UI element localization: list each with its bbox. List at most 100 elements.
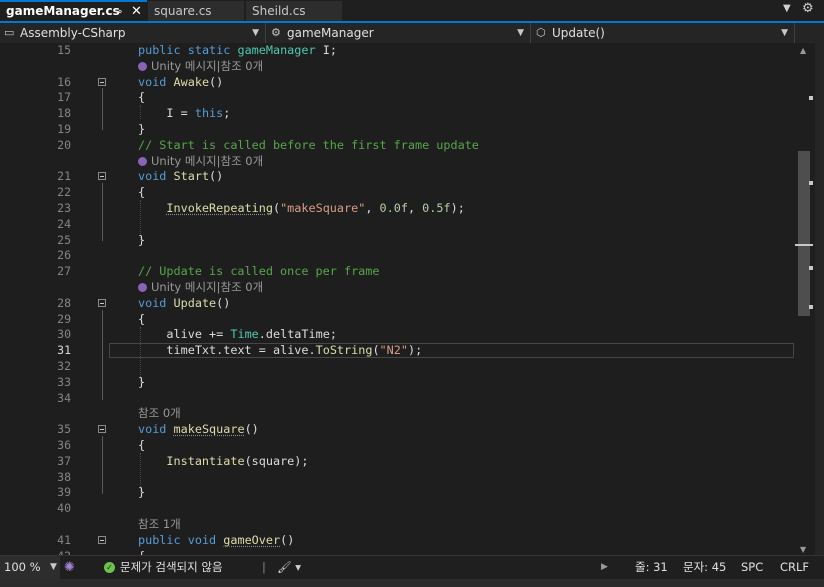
code-line: 28 void Update() [0,296,795,312]
gear-icon[interactable]: ⚙ [802,1,814,16]
chevron-down-icon: ▼ [50,562,57,572]
class-dropdown[interactable]: ⚙ gameManager ▼ [267,23,531,43]
collapse-icon[interactable] [98,172,106,181]
line-number: 15 [57,43,71,57]
zoom-dropdown[interactable]: 100 % ▼ [0,556,60,579]
code-lens-row: Unity 메시지|참조 0개 [0,154,795,170]
line-number: 23 [57,201,71,215]
column-indicator[interactable]: 문자: 45 [683,556,726,579]
scroll-marker [809,305,813,309]
code-lens-row: 참조 0개 [0,406,795,422]
line-number: 40 [57,501,71,516]
code-text: I = this; [166,106,231,121]
code-text: { [138,90,146,105]
zoom-level: 100 % [4,560,41,574]
code-line: 33 } [0,375,795,391]
project-dropdown[interactable]: ▭ Assembly-CSharp ▼ [0,23,266,43]
tab-sheild[interactable]: Sheild.cs [246,1,342,21]
line-number: 17 [57,90,71,105]
issues-status[interactable]: 문제가 검색되지 않음 [120,556,223,579]
unity-icon [138,283,147,292]
line-number: 29 [57,311,71,326]
code-lens[interactable]: Unity 메시지|참조 0개 [138,59,263,75]
check-circle-icon: ✓ [104,562,115,573]
line-number: 16 [57,74,71,89]
line-ending-indicator[interactable]: CRLF [780,556,809,579]
class-label: gameManager [287,26,374,40]
code-line: 23 InvokeRepeating("makeSquare", 0.0f, 0… [0,201,795,217]
line-number: 25 [57,232,71,247]
code-line: 35 void makeSquare() [0,422,795,438]
line-number: 33 [57,374,71,389]
line-number: 36 [57,438,71,452]
window-bottom-edge [0,579,824,587]
line-number: 21 [57,169,71,184]
separator: | [262,560,266,574]
chevron-down-icon: ▼ [781,28,788,38]
code-cleanup-icon[interactable]: 🖌︎ ▾ [277,556,301,579]
side-strip [815,43,824,555]
code-text: alive += Time.deltaTime; [166,327,337,342]
tab-label: gameManager.cs [6,4,120,18]
scrollbar-thumb[interactable] [798,151,810,316]
code-line: 17 { [0,90,795,106]
editor-status-bar: 100 % ▼ ✺ ✓ 문제가 검색되지 않음 | 🖌︎ ▾ ▶ 줄: 31 문… [0,555,824,579]
line-number: 39 [57,485,71,500]
whitespace-indicator[interactable]: SPC [741,556,763,579]
class-icon: ⚙ [271,26,281,39]
code-line-current: 31 timeTxt.text = alive.ToString("N2"); [0,343,795,359]
code-text: } [138,485,146,500]
code-line: 18 I = this; [0,106,795,122]
line-number: 35 [57,422,71,437]
vertical-scrollbar[interactable]: ▲ ▼ [795,43,815,555]
scroll-up-icon[interactable]: ▲ [800,46,806,55]
code-lens[interactable]: 참조 0개 [138,406,181,422]
code-lens[interactable]: Unity 메시지|참조 0개 [138,280,263,296]
code-text: } [138,232,146,247]
code-comment: // Start is called before the first fram… [138,137,479,152]
collapse-icon[interactable] [98,77,106,86]
code-lens[interactable]: Unity 메시지|참조 0개 [138,154,263,170]
copilot-icon[interactable]: ✺ [64,556,75,579]
line-number: 30 [57,327,71,342]
line-number: 32 [57,359,71,373]
navigation-bar: ▭ Assembly-CSharp ▼ ⚙ gameManager ▼ ⬡ Up… [0,23,824,62]
code-text: } [138,122,146,136]
collapse-icon[interactable] [98,425,106,434]
code-lens-row: 참조 1개 [0,517,795,533]
code-line: 41 public void gameOver() [0,533,795,549]
line-indicator[interactable]: 줄: 31 [635,556,668,579]
scroll-marker [809,96,813,100]
chevron-down-icon: ▼ [252,28,259,38]
code-line: 37 Instantiate(square); [0,454,795,470]
member-dropdown[interactable]: ⬡ Update() ▼ [532,23,795,43]
code-line: 30 alive += Time.deltaTime; [0,327,795,343]
tab-square[interactable]: square.cs [148,1,244,21]
code-lens-row: Unity 메시지|참조 0개 [0,59,795,75]
code-text: public void gameOver() [138,532,295,547]
unity-icon [138,61,147,71]
code-line: 32 [0,359,795,375]
code-lens[interactable]: 참조 1개 [138,517,181,533]
tab-gamemanager[interactable]: gameManager.cs ⊸ ✕ [0,0,147,21]
line-number: 22 [57,185,71,200]
code-text: { [138,311,146,326]
code-line: 34 [0,391,795,407]
code-editor[interactable]: 15 public static gameManager I; Unity 메시… [0,43,795,555]
chevron-down-icon[interactable]: ▼ [783,3,791,14]
collapse-icon[interactable] [98,535,106,544]
close-icon[interactable]: ✕ [131,2,142,21]
code-text: timeTxt.text = alive.ToString("N2"); [166,343,423,358]
scroll-down-icon[interactable]: ▼ [800,545,806,554]
collapse-icon[interactable] [98,298,106,307]
code-line: 15 public static gameManager I; [0,43,795,59]
line-number: 19 [57,122,71,136]
code-text: public static gameManager I; [138,43,337,57]
line-number: 18 [57,106,71,121]
pin-icon[interactable]: ⊸ [113,2,122,21]
scroll-right-icon[interactable]: ▶ [601,556,608,579]
code-line: 38 [0,470,795,486]
code-line: 26 [0,248,795,264]
document-tab-strip: gameManager.cs ⊸ ✕ square.cs Sheild.cs ▼… [0,0,824,21]
code-text: void Awake() [138,74,224,89]
